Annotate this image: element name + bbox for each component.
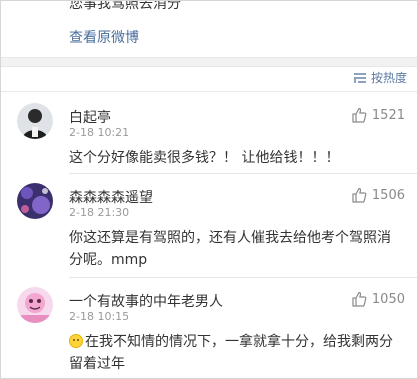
weibo-comments-screen: 您事我驾照去消分 查看原微博 按热度 白起亭 2-18 10:21 1521 这…	[0, 0, 418, 379]
sort-bar: 按热度	[1, 67, 417, 89]
comment-item: 白起亭 2-18 10:21 1521 这个分好像能卖很多钱？！ 让他给钱！！！	[1, 103, 417, 173]
avatar[interactable]	[17, 183, 53, 219]
comment-text: 你这还算是有驾照的，还有人催我去给他考个驾照消分呢。mmp	[69, 230, 391, 268]
like-button[interactable]: 1050	[351, 291, 405, 307]
like-button[interactable]: 1521	[351, 107, 405, 123]
divider	[1, 91, 417, 92]
thumbs-up-icon	[351, 187, 367, 203]
like-count: 1506	[371, 187, 405, 203]
thumbs-up-icon	[351, 107, 367, 123]
thumbs-up-icon	[351, 291, 367, 307]
avatar[interactable]	[17, 103, 53, 139]
view-original-weibo-link[interactable]: 查看原微博	[69, 27, 139, 47]
comment-text: 在我不知情的情况下，一拿就拿十分，给我剩两分留着过年	[69, 334, 393, 372]
comment-time: 2-18 10:15	[69, 310, 130, 323]
comment-username[interactable]: 一个有故事的中年老男人	[69, 291, 223, 311]
comment-divider	[69, 173, 417, 174]
comment-username[interactable]: 白起亭	[69, 107, 111, 127]
comment-item: 森森森森遥望 2-18 21:30 1506 你这还算是有驾照的，还有人催我去给…	[1, 183, 417, 275]
like-button[interactable]: 1506	[351, 187, 405, 203]
like-count: 1521	[371, 107, 405, 123]
smile-emoji-icon	[69, 334, 83, 348]
avatar[interactable]	[17, 287, 53, 323]
post-text-tail: 您事我驾照去消分	[69, 0, 181, 12]
section-divider	[1, 57, 417, 67]
comment-time: 2-18 10:21	[69, 126, 130, 139]
comment-divider	[69, 277, 417, 278]
comment-text-container: 在我不知情的情况下，一拿就拿十分，给我剩两分留着过年	[69, 331, 399, 375]
comment-time: 2-18 21:30	[69, 206, 130, 219]
sort-label: 按热度	[370, 71, 407, 85]
comment-text: 这个分好像能卖很多钱？！ 让他给钱！！！	[69, 150, 340, 166]
comment-item: 一个有故事的中年老男人 2-18 10:15 1050 在我不知情的情况下，一拿…	[1, 287, 417, 378]
like-count: 1050	[371, 291, 405, 307]
sort-lines-icon	[353, 72, 367, 84]
comment-username[interactable]: 森森森森遥望	[69, 187, 153, 207]
sort-by-hot-button[interactable]: 按热度	[353, 69, 407, 86]
